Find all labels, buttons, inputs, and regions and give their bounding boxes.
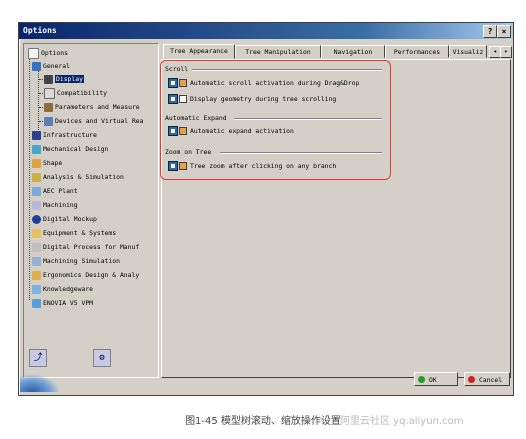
tree-item-general[interactable]: General: [32, 60, 70, 72]
ok-icon: [418, 376, 425, 383]
machining-icon: [32, 200, 41, 210]
tree-item-label: Machining: [43, 201, 78, 209]
tree-item-label: Shape: [43, 159, 63, 167]
tab-scroll-right-icon[interactable]: ▸: [500, 46, 512, 58]
tree-item-label: Equipment & Systems: [43, 229, 117, 237]
tree-item-label: Machining Simulation: [43, 257, 120, 265]
help-button[interactable]: ?: [483, 25, 497, 38]
tree-item-label: Display: [55, 75, 84, 83]
ok-button[interactable]: OK: [414, 372, 458, 386]
cancel-icon: [468, 376, 475, 383]
tree-item-label: ENOVIA V5 VPM: [43, 299, 94, 307]
digital-mockup-icon: [32, 214, 41, 224]
tree-item-display[interactable]: Display: [44, 73, 84, 85]
enovia-icon: [32, 298, 41, 308]
tree-item-label: Digital Process for Manuf: [43, 243, 140, 251]
shape-icon: [32, 158, 41, 168]
tree-item-label: General: [43, 62, 70, 70]
close-button[interactable]: ×: [497, 25, 511, 38]
display-icon: [44, 74, 53, 84]
user-settings-icon[interactable]: ⚙: [93, 349, 111, 367]
tree-item-label: Ergonomics Design & Analy: [43, 271, 140, 279]
tree-item-label: Compatibility: [57, 89, 108, 97]
tab-performances[interactable]: Performances: [385, 45, 449, 58]
tab-strip: Tree Appearance Tree Manipulation Naviga…: [163, 44, 512, 59]
general-icon: [32, 61, 41, 71]
tree-item-label: Parameters and Measure: [55, 103, 140, 111]
knowledgeware-icon: [32, 284, 41, 294]
tree-root-label: Options: [41, 49, 68, 57]
tree-item-dmu[interactable]: Digital Mockup: [32, 213, 97, 225]
infrastructure-icon: [32, 130, 41, 140]
tree-item-machining[interactable]: Machining: [32, 199, 78, 211]
tree-item-machsim[interactable]: Machining Simulation: [32, 255, 120, 267]
dialog-title: Options: [23, 26, 57, 35]
tab-visualization[interactable]: Visualiz: [449, 45, 487, 58]
tree-item-analysis[interactable]: Analysis & Simulation: [32, 171, 124, 183]
tree-item-ergonomics[interactable]: Ergonomics Design & Analy: [32, 269, 139, 281]
analysis-icon: [32, 172, 41, 182]
tree-item-label: Infrastructure: [43, 131, 97, 139]
tree-item-label: Mechanical Design: [43, 145, 109, 153]
cancel-button[interactable]: Cancel: [464, 372, 510, 386]
tree-item-label: Knowledgeware: [43, 285, 94, 293]
tree-item-compatibility[interactable]: Compatibility: [44, 87, 107, 99]
tree-root[interactable]: Options: [28, 47, 68, 59]
devices-icon: [44, 116, 53, 126]
tree-item-devices[interactable]: Devices and Virtual Rea: [44, 115, 144, 127]
tab-navigation[interactable]: Navigation: [321, 45, 385, 58]
tree-item-aec[interactable]: AEC Plant: [32, 185, 78, 197]
tree-item-label: Digital Mockup: [43, 215, 97, 223]
tree-item-equipment[interactable]: Equipment & Systems: [32, 227, 116, 239]
ok-label: OK: [429, 376, 437, 384]
tree-item-label: AEC Plant: [43, 187, 78, 195]
watermark: 阿里云社区 yq.aliyun.com: [340, 416, 464, 427]
tree-item-infrastructure[interactable]: Infrastructure: [32, 129, 97, 141]
tree-item-mechanical[interactable]: Mechanical Design: [32, 143, 108, 155]
process-icon: [32, 242, 41, 252]
tree-item-label: Devices and Virtual Rea: [55, 117, 144, 125]
tree-item-knowledgeware[interactable]: Knowledgeware: [32, 283, 93, 295]
tree-item-label: Analysis & Simulation: [43, 173, 124, 181]
tab-tree-appearance[interactable]: Tree Appearance: [163, 44, 235, 59]
title-bar: Options ? ×: [19, 23, 513, 39]
tree-item-shape[interactable]: Shape: [32, 157, 62, 169]
tree-item-process[interactable]: Digital Process for Manuf: [32, 241, 139, 253]
parameters-icon: [44, 102, 53, 112]
mechanical-icon: [32, 144, 41, 154]
catia-logo-icon: [20, 374, 60, 392]
machining-sim-icon: [32, 256, 41, 266]
highlight-annotation: [160, 60, 391, 180]
reset-options-icon[interactable]: ⤴: [29, 349, 47, 367]
ergonomics-icon: [32, 270, 41, 280]
compatibility-icon: [44, 87, 55, 99]
cancel-label: Cancel: [479, 376, 503, 384]
tab-tree-manipulation[interactable]: Tree Manipulation: [235, 45, 321, 58]
tree-item-enovia[interactable]: ENOVIA V5 VPM: [32, 297, 93, 309]
options-tree: Options General Display Compatibility Pa…: [23, 43, 159, 378]
tree-item-parameters[interactable]: Parameters and Measure: [44, 101, 140, 113]
options-root-icon: [28, 47, 39, 59]
equipment-icon: [32, 228, 41, 238]
aec-plant-icon: [32, 186, 41, 196]
